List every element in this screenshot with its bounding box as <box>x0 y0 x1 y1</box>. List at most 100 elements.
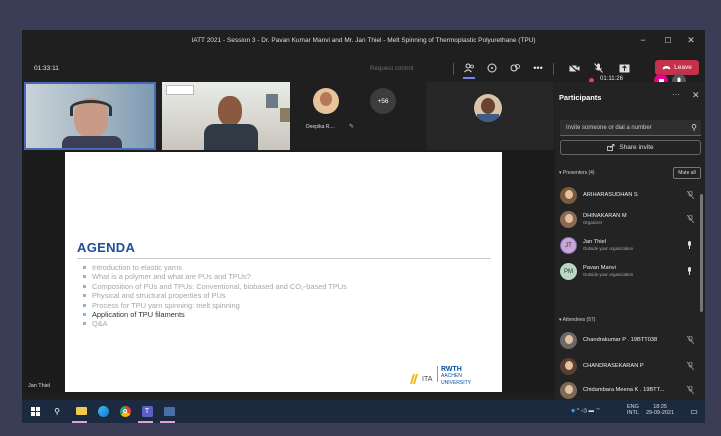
participant-name: ARIHARASUDHAN S <box>583 192 638 198</box>
notification-icon: ▭ <box>690 406 698 416</box>
mic-off-icon <box>686 361 695 372</box>
participant-name: Chandrakumar P . 19BTT038 <box>583 337 658 343</box>
avatar-shirt <box>477 114 499 122</box>
notifications-button[interactable]: ▭ <box>687 404 701 418</box>
presenter-row[interactable]: JT Jan Thiel Outside your organization <box>560 237 701 257</box>
mic-off-icon <box>593 63 603 73</box>
phone-hangup-icon <box>662 66 671 70</box>
search-icon: ⚲ <box>691 123 697 132</box>
edge-button[interactable] <box>96 404 110 418</box>
avatar <box>560 332 577 349</box>
toolbar-divider <box>453 63 454 75</box>
windows-taskbar: ⚲ T ◆ ^ ◁) ▬ ⌔ ENG INTL 18:25 29-09-2021… <box>22 400 705 423</box>
rwth-logo-sub: AACHEN <box>441 373 462 379</box>
battery-icon: ▬ <box>588 408 594 414</box>
avatar <box>560 358 577 375</box>
logo-divider <box>437 366 438 382</box>
participant-name: Chidambara Meena K . 19BTT... <box>583 387 665 393</box>
invite-placeholder: Invite someone or dial a number <box>566 124 652 131</box>
system-tray-icons[interactable]: ◆ ^ ◁) ▬ ⌔ <box>571 407 601 414</box>
presenter-row[interactable]: DHINAKARAN M Organizer <box>560 211 701 231</box>
agenda-item: Application of TPU filaments <box>83 310 347 319</box>
teams-taskbar-button[interactable]: T <box>140 404 154 418</box>
presenters-count: Presenters (4) <box>562 170 595 176</box>
presenter-name-label: Jan Thiel <box>28 383 51 389</box>
network-icon: ◆ <box>571 408 576 414</box>
file-explorer-button[interactable] <box>74 404 88 418</box>
avatar <box>560 187 577 204</box>
region: INTL <box>627 410 639 416</box>
attendees-header[interactable]: ▾ Attendees (57) <box>559 317 595 323</box>
camera-toggle-button[interactable] <box>565 59 583 77</box>
start-button[interactable] <box>28 404 42 418</box>
maximize-button[interactable]: ☐ <box>657 30 679 50</box>
camera-off-icon <box>568 63 579 73</box>
video-tile-pavan-manvi[interactable] <box>162 82 290 150</box>
avatar-face <box>564 190 573 199</box>
overflow-tile[interactable]: +56 <box>362 82 424 150</box>
heading-divider <box>77 258 491 259</box>
share-tray-button[interactable] <box>615 59 633 77</box>
mute-all-button[interactable]: Mute all <box>673 167 701 179</box>
window-icon <box>163 406 175 416</box>
avatar-face <box>564 335 573 344</box>
presenters-header[interactable]: ▾ Presenters (4) <box>559 170 595 176</box>
minimize-button[interactable]: − <box>632 30 654 50</box>
attendee-row[interactable]: CHANDRASEKARAN P <box>560 358 701 378</box>
share-invite-label: Share invite <box>619 144 654 151</box>
volume-icon: ◁) <box>580 408 587 414</box>
more-icon: ••• <box>533 63 543 73</box>
participants-button[interactable] <box>460 59 478 77</box>
chat-button[interactable] <box>483 59 501 77</box>
person-shoulders <box>204 124 258 150</box>
video-tile-deepika[interactable]: Deepika R.... ✎ <box>294 82 358 150</box>
agenda-item: Process for TPU yarn spinning: melt spin… <box>83 301 347 310</box>
search-taskbar-button[interactable]: ⚲ <box>50 404 64 418</box>
attendee-row[interactable]: Chandrakumar P . 19BTT038 <box>560 332 701 352</box>
chrome-button[interactable] <box>118 404 132 418</box>
mic-toggle-button[interactable] <box>589 59 607 77</box>
video-tile-participant[interactable] <box>426 82 554 150</box>
share-invite-button[interactable]: Share invite <box>560 140 701 155</box>
more-actions-button[interactable]: ••• <box>529 59 547 77</box>
video-tile-jan-thiel[interactable] <box>24 82 156 150</box>
request-control-button[interactable]: Request control <box>370 65 413 72</box>
active-app-indicator <box>160 421 175 423</box>
presentation-slide: AGENDA Introduction to elastic yarns What… <box>65 152 502 392</box>
avatar: PM <box>560 263 577 280</box>
avatar-face <box>564 385 573 394</box>
participant-name: Deepika R.... <box>306 124 335 130</box>
presenter-row[interactable]: ARIHARASUDHAN S <box>560 187 701 207</box>
attendee-row[interactable]: Chidambara Meena K . 19BTT... <box>560 382 701 400</box>
teams-window-button[interactable] <box>162 404 176 418</box>
window-title: IATT 2021 - Session 3 - Dr. Pavan Kumar … <box>191 36 536 44</box>
leave-button[interactable]: Leave <box>655 60 699 75</box>
agenda-list: Introduction to elastic yarns What is a p… <box>83 263 347 329</box>
agenda-item: What is a polymer and what are PUs and T… <box>83 272 347 281</box>
avatar-face <box>564 361 573 370</box>
toolbar-divider <box>553 63 554 75</box>
clock-date: 29-09-2021 <box>646 410 675 416</box>
avatar <box>560 382 577 399</box>
panel-close-button[interactable]: ✕ <box>692 90 700 101</box>
agenda-item: Q&A <box>83 319 347 328</box>
language-indicator[interactable]: ENG INTL <box>627 404 639 416</box>
avatar-face <box>320 92 332 106</box>
participant-role: Organizer <box>583 220 603 225</box>
panel-title: Participants <box>559 93 602 102</box>
mic-off-icon <box>686 385 695 396</box>
participants-icon <box>463 63 474 73</box>
chevron-up-icon: ^ <box>576 408 580 414</box>
clock[interactable]: 18:25 29-09-2021 <box>646 404 674 416</box>
person-face <box>218 96 242 126</box>
teams-icon: T <box>141 405 153 417</box>
reactions-button[interactable] <box>506 59 524 77</box>
close-window-button[interactable]: ✕ <box>680 30 702 50</box>
attendees-count: Attendees (57) <box>562 317 596 323</box>
presenter-row[interactable]: PM Pavan Manvi Outside your organization <box>560 263 701 283</box>
invite-search-input[interactable]: Invite someone or dial a number ⚲ <box>560 120 701 136</box>
edge-icon <box>97 405 109 417</box>
panel-scrollbar[interactable] <box>700 194 703 312</box>
panel-more-button[interactable]: ··· <box>672 90 680 99</box>
overflow-count: +56 <box>370 88 396 114</box>
